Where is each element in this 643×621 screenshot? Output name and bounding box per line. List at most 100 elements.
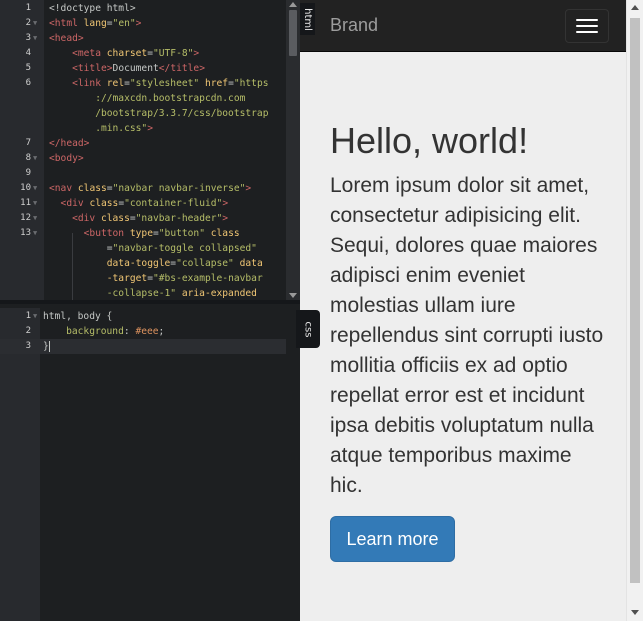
code-text: -target="#bs-example-navbar — [49, 271, 263, 286]
code-line[interactable]: 12 ▼ <div class="navbar-header"> — [0, 211, 286, 226]
code-token: "#bs-example-navbar — [152, 273, 263, 284]
code-token: <nav — [49, 183, 78, 194]
code-token: -target — [49, 273, 148, 284]
html-editor[interactable]: 1 <!doctype html> 2 ▼ <html lang="en"> 3 ▼ <hea… — [0, 0, 300, 304]
code-token: href — [199, 78, 229, 89]
scrollbar-thumb[interactable] — [630, 18, 640, 583]
line-number: 9 — [25, 168, 31, 178]
fold-arrow-icon[interactable]: ▼ — [33, 151, 37, 166]
code-token: "navbar-header" — [135, 213, 223, 224]
code-line[interactable]: -collapse-1" aria-expanded — [0, 286, 286, 300]
code-text: background: #eee; — [43, 324, 164, 339]
code-token: > — [222, 198, 229, 209]
code-token: <html — [49, 18, 84, 29]
fold-arrow-icon[interactable]: ▼ — [33, 226, 37, 241]
navbar-toggle-button[interactable] — [565, 9, 609, 43]
fold-arrow-icon[interactable]: ▼ — [33, 211, 37, 226]
code-line[interactable]: 8 ▼ <body> — [0, 151, 286, 166]
learn-more-button[interactable]: Learn more — [330, 516, 455, 562]
code-text: /bootstrap/3.3.7/css/bootstrap — [49, 106, 268, 121]
code-line[interactable]: 7 </head> — [0, 136, 286, 151]
code-token: "navbar navbar-inverse" — [112, 183, 246, 194]
preview-scrollbar[interactable] — [626, 0, 643, 621]
line-number: 7 — [25, 138, 31, 148]
scroll-up-arrow-icon[interactable] — [631, 5, 639, 10]
code-token: { — [106, 311, 113, 322]
code-line[interactable]: 1 <!doctype html> — [0, 1, 286, 16]
code-text: <div class="navbar-header"> — [49, 211, 228, 226]
line-number: 10 — [20, 183, 31, 193]
code-token: background — [43, 326, 124, 337]
code-token: class — [100, 213, 130, 224]
line-number: 4 — [25, 48, 31, 58]
code-line[interactable]: 1 ▼ html, body { — [0, 309, 286, 324]
scroll-up-arrow-icon[interactable] — [289, 2, 297, 7]
code-text: } — [43, 339, 50, 354]
code-line[interactable]: -target="#bs-example-navbar — [0, 271, 286, 286]
css-code[interactable]: 1 ▼ html, body {2 background: #eee; 3} — [0, 309, 286, 354]
code-token: > — [222, 213, 229, 224]
code-line[interactable]: 10 ▼ <nav class="navbar navbar-inverse"> — [0, 181, 286, 196]
tab-html[interactable]: html — [300, 3, 315, 35]
html-code[interactable]: 1 <!doctype html> 2 ▼ <html lang="en"> 3 ▼ <hea… — [0, 1, 286, 300]
fold-arrow-icon[interactable]: ▼ — [33, 181, 37, 196]
code-line[interactable]: 4 <meta charset="UTF-8"> — [0, 46, 286, 61]
code-token: charset — [106, 48, 148, 59]
code-line[interactable]: 6 <link rel="stylesheet" href="https — [0, 76, 286, 91]
tab-html-label: html — [302, 7, 313, 31]
code-text: <html lang="en"> — [49, 16, 141, 31]
fold-arrow-icon[interactable]: ▼ — [33, 31, 37, 46]
code-line[interactable]: 3 ▼ <head> — [0, 31, 286, 46]
text-cursor — [48, 340, 50, 352]
navbar-brand[interactable]: Brand — [330, 15, 378, 36]
line-number: 2 — [25, 326, 31, 336]
editor-column: 1 <!doctype html> 2 ▼ <html lang="en"> 3 ▼ <hea… — [0, 0, 320, 621]
code-text: <div class="container-fluid"> — [49, 196, 229, 211]
code-token: <head> — [49, 33, 84, 44]
code-text: <button type="button" class — [49, 226, 240, 241]
code-token: </title> — [158, 63, 205, 74]
fold-arrow-icon[interactable]: ▼ — [33, 196, 37, 211]
line-number: 2 — [25, 18, 31, 28]
code-text: <meta charset="UTF-8"> — [49, 46, 199, 61]
scroll-down-arrow-icon[interactable] — [289, 293, 297, 298]
code-line[interactable]: 2 background: #eee; — [0, 324, 286, 339]
css-editor[interactable]: 1 ▼ html, body {2 background: #eee; 3} — [0, 308, 300, 621]
code-line[interactable]: ="navbar-toggle collapsed" — [0, 241, 286, 256]
code-text: ://maxcdn.bootstrapcdn.com — [49, 91, 245, 106]
hero-title: Hello, world! — [330, 120, 529, 161]
code-line[interactable]: 5 <title>Document</title> — [0, 61, 286, 76]
code-line[interactable]: 3} — [0, 339, 286, 354]
code-line[interactable]: ://maxcdn.bootstrapcdn.com — [0, 91, 286, 106]
code-line[interactable]: 2 ▼ <html lang="en"> — [0, 16, 286, 31]
code-line[interactable]: 11 ▼ <div class="container-fluid"> — [0, 196, 286, 211]
code-token: #eee — [135, 326, 159, 337]
line-number: 3 — [25, 33, 31, 43]
code-line[interactable]: .min.css"> — [0, 121, 286, 136]
code-text: ="navbar-toggle collapsed" — [49, 241, 257, 256]
code-text: .min.css"> — [49, 121, 153, 136]
code-line[interactable]: data-toggle="collapse" data — [0, 256, 286, 271]
line-number: 12 — [20, 213, 31, 223]
tab-css[interactable]: css — [296, 310, 320, 348]
scrollbar-thumb[interactable] — [289, 10, 297, 56]
code-text: <head> — [49, 31, 84, 46]
html-editor-scrollbar[interactable] — [286, 0, 300, 300]
code-token: ; — [158, 326, 165, 337]
code-line[interactable]: /bootstrap/3.3.7/css/bootstrap — [0, 106, 286, 121]
line-number: 13 — [20, 228, 31, 238]
preview-pane: Brand Hello, world! Lorem ipsum dolor si… — [300, 0, 643, 621]
code-token: : — [123, 326, 136, 337]
scroll-down-arrow-icon[interactable] — [631, 610, 639, 615]
fold-arrow-icon[interactable]: ▼ — [33, 309, 37, 324]
code-token: <meta — [49, 48, 107, 59]
code-token: -collapse-1" — [49, 288, 177, 299]
line-number: 11 — [20, 198, 31, 208]
css-gutter — [0, 308, 40, 621]
code-line[interactable]: 13 ▼ <button type="button" class — [0, 226, 286, 241]
code-token: <link — [49, 78, 107, 89]
code-token: <title> — [49, 63, 113, 74]
fold-arrow-icon[interactable]: ▼ — [33, 16, 37, 31]
code-line[interactable]: 9 — [0, 166, 286, 181]
code-token: <!doctype html> — [49, 3, 136, 14]
